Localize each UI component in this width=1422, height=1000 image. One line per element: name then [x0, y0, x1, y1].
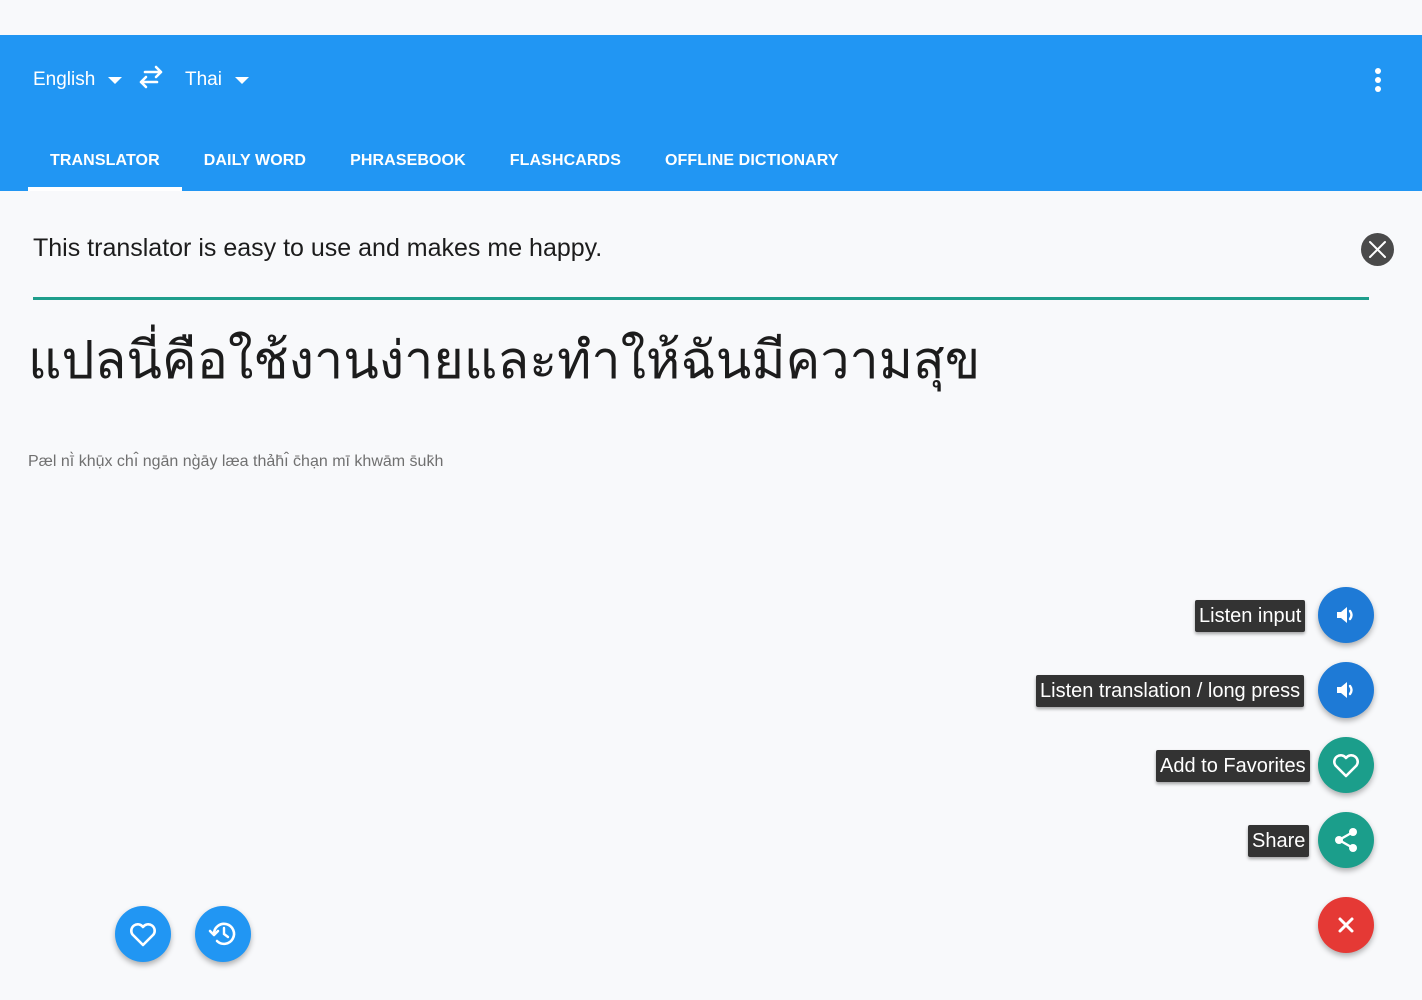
share-icon [1335, 828, 1357, 852]
dropdown-caret-icon [108, 76, 123, 84]
close-icon [1338, 917, 1354, 933]
status-bar [0, 0, 1422, 35]
heart-icon [130, 923, 156, 947]
add-favorites-button[interactable] [1318, 737, 1374, 793]
tab-bar: TRANSLATOR DAILY WORD PHRASEBOOK FLASHCA… [28, 130, 861, 191]
listen-input-button[interactable] [1318, 587, 1374, 643]
translation-text: แปลนี่คือใช้งานง่ายและทำให้ฉันมีความสุข [28, 331, 981, 391]
history-button[interactable] [195, 906, 251, 962]
input-divider [33, 297, 1369, 300]
listen-translation-button[interactable] [1318, 662, 1374, 718]
heart-icon [1333, 754, 1359, 778]
add-favorites-label: Add to Favorites [1156, 750, 1310, 782]
target-language-label: Thai [185, 69, 222, 90]
clear-button[interactable] [1361, 233, 1394, 266]
tab-phrasebook[interactable]: PHRASEBOOK [328, 130, 488, 191]
close-fab-menu-button[interactable] [1318, 897, 1374, 953]
dropdown-caret-icon [234, 76, 249, 84]
listen-input-label: Listen input [1195, 600, 1306, 632]
source-language-selector[interactable]: English [33, 66, 123, 94]
source-language-label: English [33, 69, 96, 90]
history-icon [208, 922, 236, 946]
more-vert-icon[interactable] [1366, 64, 1390, 96]
speaker-icon [1337, 682, 1353, 698]
source-text-input[interactable]: This translator is easy to use and makes… [33, 234, 602, 263]
transliteration-text: Pæl nī̀ khụ̄x chı̂ ngān ng̀āy læa thảh̄ı… [28, 453, 444, 470]
speaker-icon [1337, 607, 1353, 623]
tab-daily-word[interactable]: DAILY WORD [182, 130, 328, 191]
target-language-selector[interactable]: Thai [185, 66, 249, 94]
tab-translator[interactable]: TRANSLATOR [28, 130, 182, 191]
share-label: Share [1248, 825, 1310, 857]
tab-flashcards[interactable]: FLASHCARDS [488, 130, 643, 191]
close-icon [1369, 241, 1386, 258]
favorites-button[interactable] [115, 906, 171, 962]
listen-translation-label: Listen translation / long press [1036, 675, 1305, 707]
swap-icon[interactable] [137, 64, 165, 92]
share-button[interactable] [1318, 812, 1374, 868]
tab-offline-dictionary[interactable]: OFFLINE DICTIONARY [643, 130, 861, 191]
